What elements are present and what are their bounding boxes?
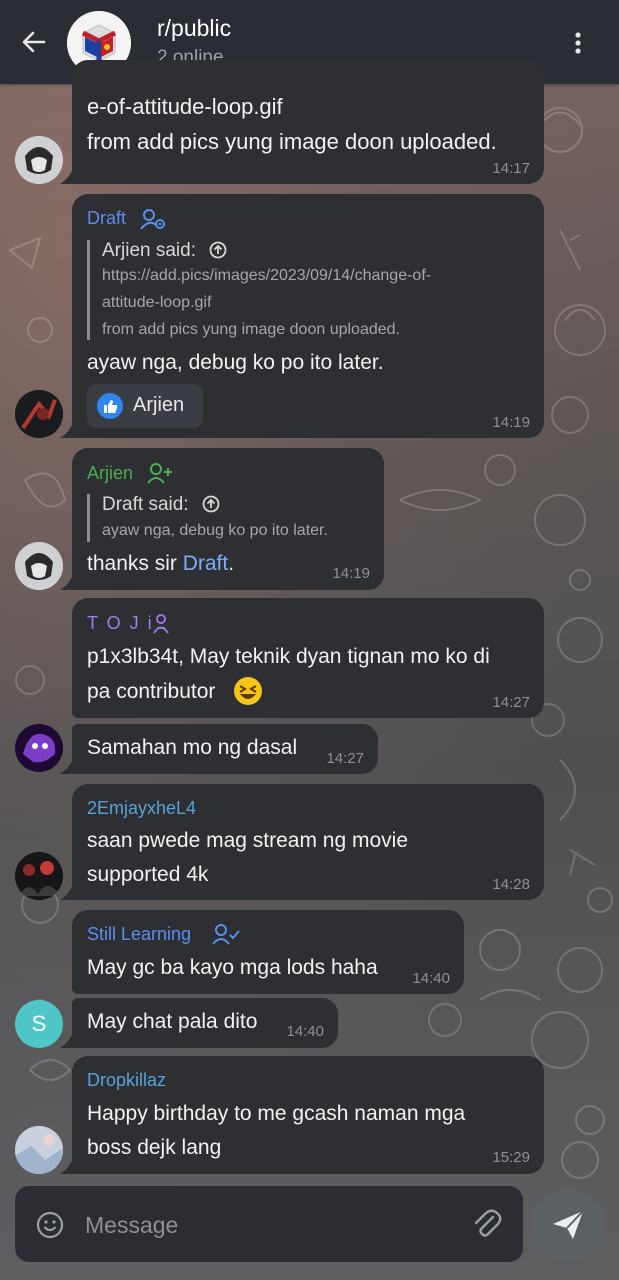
- sender-name[interactable]: T O J i: [87, 613, 154, 634]
- reaction-user: Arjien: [133, 394, 185, 416]
- message-text-line: p1x3lb34t, May teknik dyan tignan mo ko …: [87, 645, 490, 668]
- quote-text: attitude-loop.gif: [102, 294, 212, 311]
- sender-avatar[interactable]: [15, 390, 63, 438]
- message-time: 14:28: [492, 876, 530, 893]
- thumbs-up-icon: [97, 393, 123, 419]
- message-bubble[interactable]: T O J i p1x3lb34t, May teknik dyan tigna…: [72, 598, 544, 718]
- message-bubble[interactable]: Still Learning May gc ba kayo mga lods h…: [72, 910, 464, 994]
- message-text: ayaw nga, debug ko po ito later.: [87, 351, 384, 374]
- sender-name[interactable]: Still Learning: [87, 924, 191, 945]
- flower-emoji-icon: [153, 614, 169, 634]
- crowd-photo-avatar-icon: [15, 852, 63, 900]
- message-time: 15:29: [492, 1149, 530, 1166]
- emoji-icon[interactable]: [35, 1210, 65, 1240]
- more-vertical-icon[interactable]: [566, 28, 590, 58]
- message-text-line: Happy birthday to me gcash naman mga: [87, 1102, 466, 1125]
- mention-link[interactable]: Draft: [183, 552, 229, 575]
- chat-title[interactable]: r/public: [157, 15, 231, 42]
- verified-user-icon: [212, 924, 240, 945]
- message-bubble[interactable]: Draft Arjien said: https://add.pics/imag…: [72, 194, 544, 438]
- message-bubble[interactable]: e-of-attitude-loop.gif from add pics yun…: [72, 60, 544, 184]
- message-time: 14:19: [492, 414, 530, 431]
- bubble-tail: [60, 166, 74, 184]
- message-time: 14:17: [492, 160, 530, 177]
- send-icon: [553, 1210, 584, 1239]
- message-text-line: saan pwede mag stream ng movie: [87, 829, 408, 852]
- message-bubble[interactable]: Arjien Draft said: ayaw nga, debug ko po…: [72, 448, 384, 590]
- message-text-line: from add pics yung image doon uploaded.: [87, 129, 497, 154]
- message-text: thanks sir Draft.: [87, 552, 235, 575]
- sender-avatar[interactable]: [15, 852, 63, 900]
- sender-name[interactable]: 2EmjayxheL4: [87, 798, 196, 819]
- message-composer: [15, 1186, 523, 1262]
- sender-avatar[interactable]: S: [15, 1000, 63, 1048]
- avatar-initial: S: [31, 1011, 47, 1036]
- message-text: May gc ba kayo mga lods haha: [87, 956, 378, 979]
- add-user-icon: [147, 463, 172, 484]
- message-time: 14:40: [286, 1023, 324, 1040]
- message-time: 14:27: [492, 694, 530, 711]
- message-text-line: supported 4k: [87, 863, 209, 886]
- anime-avatar-icon: [15, 136, 63, 184]
- message-time: 14:40: [412, 970, 450, 987]
- arrow-left-icon[interactable]: [18, 26, 50, 58]
- message-text-line: e-of-attitude-loop.gif: [87, 94, 283, 119]
- purple-character-avatar-icon: [15, 724, 63, 772]
- quote-author: Arjien said:: [102, 240, 431, 262]
- bubble-tail: [60, 420, 74, 438]
- quote-text: from add pics yung image doon uploaded.: [102, 321, 400, 338]
- quote-author: Draft said:: [102, 494, 328, 516]
- arrow-up-circle-icon: [209, 241, 227, 259]
- grinning-squinting-emoji-icon: [234, 677, 262, 705]
- message-bubble[interactable]: Samahan mo ng dasal 14:27: [72, 724, 378, 774]
- sender-avatar[interactable]: [15, 1126, 63, 1174]
- bubble-tail: [60, 1030, 74, 1048]
- message-time: 14:19: [332, 565, 370, 582]
- quote-text: ayaw nga, debug ko po ito later.: [102, 522, 328, 539]
- send-button[interactable]: [531, 1188, 605, 1262]
- sender-avatar[interactable]: [15, 542, 63, 590]
- quote-text: https://add.pics/images/2023/09/14/chang…: [102, 267, 432, 284]
- message-bubble[interactable]: May chat pala dito 14:40: [72, 998, 338, 1048]
- paperclip-icon[interactable]: [471, 1208, 503, 1240]
- message-bubble[interactable]: Dropkillaz Happy birthday to me gcash na…: [72, 1056, 544, 1174]
- sender-name[interactable]: Draft: [87, 208, 126, 229]
- message-time: 14:27: [326, 750, 364, 767]
- arrow-up-circle-icon: [202, 495, 220, 513]
- bubble-tail: [60, 1156, 74, 1174]
- reaction-chip[interactable]: Arjien: [87, 384, 203, 428]
- quoted-message[interactable]: Draft said: ayaw nga, debug ko po ito la…: [87, 494, 328, 542]
- message-text-line: pa contributor: [87, 680, 216, 703]
- gear-art-avatar-icon: [15, 390, 63, 438]
- message-text-line: boss dejk lang: [87, 1136, 222, 1159]
- admin-icon: [140, 209, 165, 230]
- sender-name[interactable]: Arjien: [87, 463, 133, 484]
- bubble-tail: [60, 882, 74, 900]
- bubble-tail: [60, 756, 74, 774]
- message-text: Samahan mo ng dasal: [87, 736, 298, 759]
- quoted-message[interactable]: Arjien said: https://add.pics/images/202…: [87, 240, 431, 340]
- photo-avatar-icon: [15, 1126, 63, 1174]
- message-bubble[interactable]: 2EmjayxheL4 saan pwede mag stream ng mov…: [72, 784, 544, 900]
- sender-name[interactable]: Dropkillaz: [87, 1070, 166, 1091]
- anime-avatar-icon: [15, 542, 63, 590]
- message-input[interactable]: [83, 1204, 447, 1246]
- sender-avatar[interactable]: [15, 136, 63, 184]
- sender-avatar[interactable]: [15, 724, 63, 772]
- bubble-tail: [60, 572, 74, 590]
- message-text: May chat pala dito: [87, 1010, 258, 1033]
